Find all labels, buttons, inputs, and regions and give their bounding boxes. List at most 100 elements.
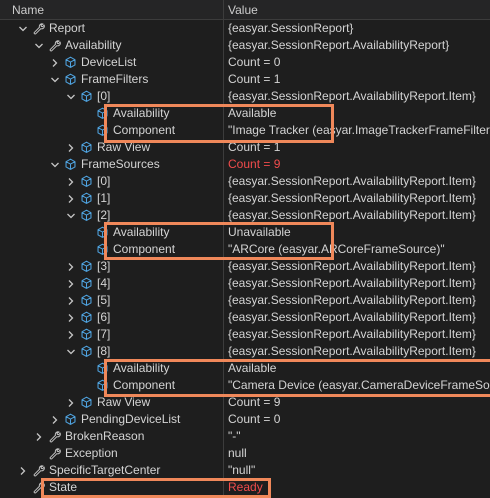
value-cell[interactable]: Ready (228, 479, 490, 496)
name-column-header[interactable]: Name (12, 3, 44, 17)
tree-row[interactable]: [0] {easyar.SessionReport.AvailabilityRep… (0, 88, 490, 105)
name-cell: [8] (0, 343, 223, 360)
tree-row[interactable]: [7] {easyar.SessionReport.AvailabilityRep… (0, 326, 490, 343)
value-cell[interactable]: {easyar.SessionReport.AvailabilityReport… (228, 309, 490, 326)
tree-row[interactable]: Availability Unavailable (0, 224, 490, 241)
value-cell[interactable]: {easyar.SessionReport.AvailabilityReport… (228, 326, 490, 343)
value-cell[interactable]: {easyar.SessionReport.AvailabilityReport… (228, 275, 490, 292)
value-cell[interactable]: Count = 0 (228, 54, 490, 71)
tree-row[interactable]: Report {easyar.SessionReport} (0, 20, 490, 37)
value-cell[interactable]: Count = 1 (228, 139, 490, 156)
tree-row[interactable]: [6] {easyar.SessionReport.AvailabilityRep… (0, 309, 490, 326)
tree-row[interactable]: FrameSources Count = 9 (0, 156, 490, 173)
chevron-down-icon[interactable] (49, 156, 61, 173)
name-cell: [6] (0, 309, 223, 326)
chevron-right-icon[interactable] (65, 258, 77, 275)
item-name: Component (113, 123, 176, 137)
tree-row[interactable]: [0] {easyar.SessionReport.AvailabilityRep… (0, 173, 490, 190)
chevron-right-icon[interactable] (65, 292, 77, 309)
value-cell[interactable]: {easyar.SessionReport.AvailabilityReport… (228, 258, 490, 275)
name-cell: Availability (0, 37, 223, 54)
item-name: [7] (97, 327, 111, 341)
chevron-right-icon[interactable] (49, 411, 61, 428)
value-cell[interactable]: Available (228, 105, 490, 122)
cube-icon (80, 90, 93, 103)
tree-row[interactable]: Exception null (0, 445, 490, 462)
chevron-right-icon[interactable] (65, 275, 77, 292)
cube-icon (80, 175, 93, 188)
tree-row[interactable]: Component "ARCore (easyar.ARCoreFrameSour… (0, 241, 490, 258)
value-cell[interactable]: {easyar.SessionReport.AvailabilityReport… (228, 88, 490, 105)
name-cell: Availability (0, 105, 223, 122)
value-cell[interactable]: {easyar.SessionReport.AvailabilityReport… (228, 190, 490, 207)
chevron-right-icon[interactable] (17, 462, 29, 479)
value-cell[interactable]: {easyar.SessionReport.AvailabilityReport… (228, 37, 490, 54)
tree-row[interactable]: SpecificTargetCenter "null" (0, 462, 490, 479)
chevron-down-icon[interactable] (65, 88, 77, 105)
tree-row[interactable]: Component "Camera Device (easyar.CameraDe… (0, 377, 490, 394)
item-name: State (49, 480, 78, 494)
tree-row[interactable]: State Ready (0, 479, 490, 496)
tree-row[interactable]: Availability {easyar.SessionReport.Availa… (0, 37, 490, 54)
tree-row[interactable]: [4] {easyar.SessionReport.AvailabilityRep… (0, 275, 490, 292)
cube-icon (80, 277, 93, 290)
value-cell[interactable]: {easyar.SessionReport.AvailabilityReport… (228, 207, 490, 224)
value-cell[interactable]: Unavailable (228, 224, 490, 241)
tree-row[interactable]: Raw View Count = 1 (0, 139, 490, 156)
value-cell[interactable]: Count = 0 (228, 411, 490, 428)
chevron-down-icon[interactable] (65, 207, 77, 224)
value-cell[interactable]: Count = 1 (228, 71, 490, 88)
cube-icon (96, 362, 109, 375)
chevron-down-icon[interactable] (65, 343, 77, 360)
name-cell: SpecificTargetCenter (0, 462, 223, 479)
value-cell[interactable]: {easyar.SessionReport.AvailabilityReport… (228, 292, 490, 309)
chevron-down-icon[interactable] (33, 37, 45, 54)
value-cell[interactable]: "Image Tracker (easyar.ImageTrackerFrame… (228, 122, 490, 139)
tree-row[interactable]: DeviceList Count = 0 (0, 54, 490, 71)
name-cell: [4] (0, 275, 223, 292)
tree-row[interactable]: [8] {easyar.SessionReport.AvailabilityRep… (0, 343, 490, 360)
chevron-down-icon[interactable] (49, 71, 61, 88)
chevron-right-icon[interactable] (65, 139, 77, 156)
tree-row[interactable]: Raw View Count = 9 (0, 394, 490, 411)
value-cell[interactable]: "Camera Device (easyar.CameraDeviceFrame… (228, 377, 490, 394)
cube-icon (80, 328, 93, 341)
value-cell[interactable]: {easyar.SessionReport} (228, 20, 490, 37)
tree-row[interactable]: FrameFilters Count = 1 (0, 71, 490, 88)
tree-row[interactable]: Availability Available (0, 360, 490, 377)
name-cell: Component (0, 377, 223, 394)
chevron-right-icon[interactable] (65, 190, 77, 207)
item-name: Availability (113, 225, 170, 239)
value-cell[interactable]: {easyar.SessionReport.AvailabilityReport… (228, 343, 490, 360)
chevron-right-icon[interactable] (65, 394, 77, 411)
tree-row[interactable]: [1] {easyar.SessionReport.AvailabilityRep… (0, 190, 490, 207)
value-cell[interactable]: Count = 9 (228, 394, 490, 411)
value-column-header[interactable]: Value (228, 3, 258, 17)
tree-row[interactable]: BrokenReason "-" (0, 428, 490, 445)
chevron-right-icon[interactable] (33, 428, 45, 445)
cube-icon (96, 107, 109, 120)
value-cell[interactable]: "null" (228, 462, 490, 479)
value-cell[interactable]: Count = 9 (228, 156, 490, 173)
name-cell: Component (0, 241, 223, 258)
item-name: [3] (97, 259, 111, 273)
name-cell: Report (0, 20, 223, 37)
tree-row[interactable]: Component "Image Tracker (easyar.ImageTra… (0, 122, 490, 139)
chevron-right-icon[interactable] (65, 309, 77, 326)
value-cell[interactable]: Available (228, 360, 490, 377)
chevron-right-icon[interactable] (65, 326, 77, 343)
item-name: Component (113, 378, 176, 392)
value-cell[interactable]: "ARCore (easyar.ARCoreFrameSource)" (228, 241, 490, 258)
tree-row[interactable]: [5] {easyar.SessionReport.AvailabilityRep… (0, 292, 490, 309)
value-cell[interactable]: {easyar.SessionReport.AvailabilityReport… (228, 173, 490, 190)
tree-row[interactable]: [2] {easyar.SessionReport.AvailabilityRep… (0, 207, 490, 224)
tree-row[interactable]: [3] {easyar.SessionReport.AvailabilityRep… (0, 258, 490, 275)
chevron-down-icon[interactable] (17, 20, 29, 37)
chevron-right-icon[interactable] (49, 54, 61, 71)
tree-row[interactable]: PendingDeviceList Count = 0 (0, 411, 490, 428)
value-cell[interactable]: null (228, 445, 490, 462)
cube-icon (80, 141, 93, 154)
tree-row[interactable]: Availability Available (0, 105, 490, 122)
chevron-right-icon[interactable] (65, 173, 77, 190)
value-cell[interactable]: "-" (228, 428, 490, 445)
